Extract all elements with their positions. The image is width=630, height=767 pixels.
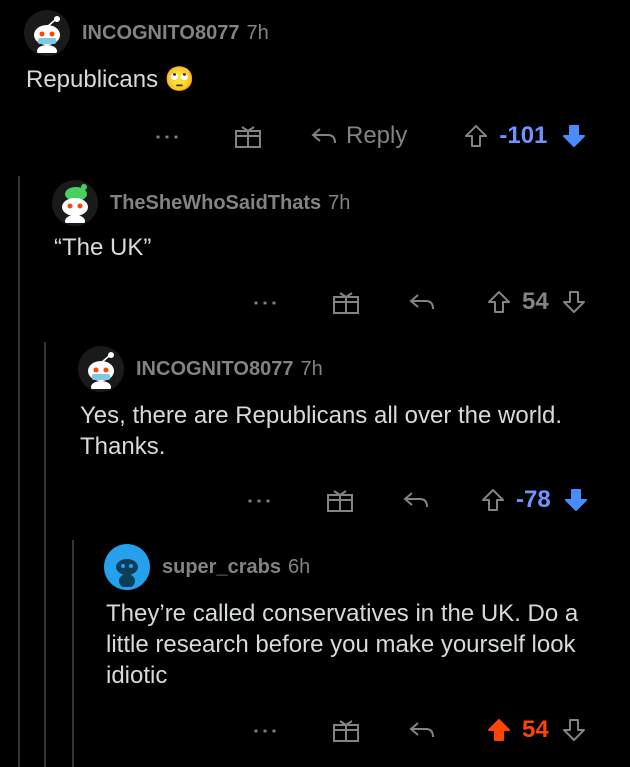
reply-icon[interactable]: [408, 719, 436, 741]
comment-body: “The UK”: [54, 234, 152, 261]
timestamp: 7h: [328, 191, 351, 214]
comment-header: super_crabs 6h: [104, 544, 310, 590]
avatar[interactable]: [24, 10, 70, 56]
comment-text: Republicans: [26, 66, 159, 93]
award-icon[interactable]: [332, 289, 360, 315]
reply-icon[interactable]: [402, 489, 430, 511]
comment-body: Republicans 🙄: [26, 64, 195, 95]
more-options-icon[interactable]: ⋮: [251, 290, 281, 314]
upvote-icon[interactable]: [480, 487, 506, 513]
avatar[interactable]: [104, 544, 150, 590]
downvote-icon[interactable]: [563, 487, 589, 513]
downvote-icon[interactable]: [561, 123, 587, 149]
comment-header: INCOGNITO8077 7h: [78, 346, 323, 392]
more-options-icon[interactable]: ⋮: [251, 718, 281, 742]
comment-header: TheSheWhoSaidThats 7h: [52, 180, 350, 226]
snoo-green-cap-avatar-icon: [62, 184, 88, 223]
comment-header: INCOGNITO8077 7h: [24, 10, 269, 56]
upvote-icon[interactable]: [463, 123, 489, 149]
reply-label: Reply: [346, 122, 408, 149]
snoo-default-avatar-icon: [116, 559, 138, 587]
reply-button[interactable]: Reply: [310, 122, 407, 150]
score: -101: [499, 122, 548, 149]
more-options-icon[interactable]: ⋮: [245, 488, 275, 512]
snoo-masked-avatar-icon: [34, 16, 60, 53]
score: 54: [522, 288, 549, 315]
upvote-icon[interactable]: [486, 289, 512, 315]
thread-line: [44, 342, 46, 767]
snoo-masked-avatar-icon: [88, 352, 114, 389]
award-icon[interactable]: [326, 487, 354, 513]
timestamp: 7h: [300, 357, 323, 380]
thread-line: [72, 540, 74, 767]
score: -78: [516, 486, 551, 513]
comment-actions: ⋮ Reply -101: [153, 116, 587, 156]
thread-line: [18, 176, 20, 767]
username[interactable]: INCOGNITO8077: [136, 358, 293, 381]
reply-icon[interactable]: [408, 291, 436, 313]
downvote-icon[interactable]: [561, 717, 587, 743]
timestamp: 6h: [287, 555, 311, 578]
comment-body: Yes, there are Republicans all over the …: [80, 402, 563, 460]
username[interactable]: INCOGNITO8077: [82, 22, 239, 45]
award-icon[interactable]: [332, 717, 360, 743]
timestamp: 7h: [246, 21, 269, 44]
comment-actions: ⋮ 54: [251, 710, 587, 750]
reply-icon: [311, 128, 336, 144]
avatar[interactable]: [78, 346, 124, 392]
downvote-icon[interactable]: [561, 289, 587, 315]
award-icon[interactable]: [234, 123, 262, 149]
username[interactable]: super_crabs: [162, 556, 281, 579]
more-options-icon[interactable]: ⋮: [153, 124, 183, 148]
comment-body: They’re called conservatives in the UK. …: [106, 600, 579, 689]
upvote-icon[interactable]: [486, 717, 512, 743]
username[interactable]: TheSheWhoSaidThats: [110, 192, 321, 215]
comment-actions: ⋮ -78: [245, 480, 589, 520]
avatar[interactable]: [52, 180, 98, 226]
comment-actions: ⋮ 54: [251, 282, 587, 322]
score: 54: [522, 716, 549, 743]
roll-eyes-emoji-icon: 🙄: [164, 66, 195, 93]
